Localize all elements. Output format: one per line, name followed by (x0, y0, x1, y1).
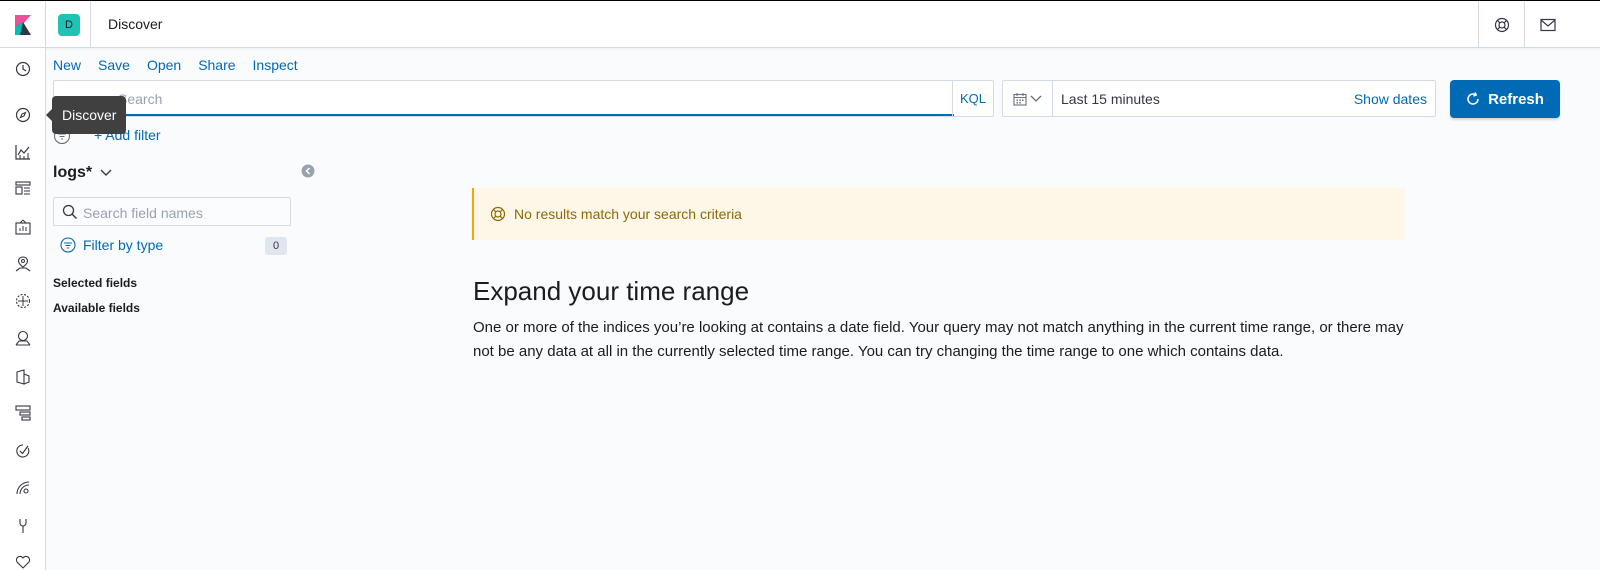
nav-maps[interactable] (0, 246, 46, 282)
field-search-input[interactable]: Search field names (53, 197, 291, 226)
nav-siem[interactable] (0, 320, 46, 356)
no-results-callout: No results match your search criteria (472, 188, 1405, 240)
nav-tooltip: Discover (45, 96, 127, 134)
show-dates-link[interactable]: Show dates (1354, 91, 1427, 107)
selected-fields-title: Selected fields (53, 276, 138, 290)
kibana-logo[interactable] (0, 1, 46, 48)
index-pattern-label: logs* (53, 164, 93, 181)
help-button[interactable] (1478, 1, 1524, 48)
filter-by-type-label: Filter by type (83, 237, 164, 253)
monitoring-icon (15, 555, 31, 569)
filter-by-type-button[interactable]: Filter by type (60, 237, 163, 253)
infra-icon (15, 405, 31, 421)
top-menu: New Save Open Share Inspect (53, 57, 298, 73)
top-header: D Discover (0, 0, 1600, 48)
nav-infra[interactable] (0, 395, 46, 431)
empty-state-body: One or more of the indices you’re lookin… (473, 319, 1404, 360)
devtools-icon (19, 519, 27, 533)
collapse-sidebar-icon[interactable] (301, 164, 315, 178)
nav-visualize[interactable] (0, 134, 46, 170)
time-range-label[interactable]: Last 15 minutes (1061, 91, 1160, 107)
space-avatar[interactable]: D (58, 14, 80, 36)
siem-icon (15, 330, 31, 346)
menu-share[interactable]: Share (198, 57, 235, 73)
ml-icon (15, 293, 31, 309)
nav-monitoring[interactable] (0, 544, 46, 570)
nav-uptime[interactable] (0, 433, 46, 469)
chevron-down-icon (100, 169, 112, 176)
calendar-icon (1013, 92, 1027, 106)
mail-icon (1539, 18, 1556, 31)
refresh-icon (1467, 92, 1479, 105)
menu-inspect[interactable]: Inspect (253, 57, 298, 73)
filter-count-badge: 0 (265, 237, 287, 255)
uptime-icon (16, 444, 30, 458)
nav-logs[interactable] (0, 359, 46, 395)
menu-open[interactable]: Open (147, 57, 181, 73)
empty-state-title: Expand your time range (473, 276, 750, 306)
callout-text: No results match your search criteria (514, 206, 742, 222)
available-fields-title: Available fields (53, 301, 140, 315)
query-language-button[interactable]: KQL (952, 81, 993, 116)
discover-icon (15, 107, 31, 123)
filter-icon (60, 237, 76, 253)
logs-icon (16, 369, 30, 385)
nav-apm[interactable] (0, 470, 46, 506)
help-icon (1494, 17, 1509, 32)
refresh-label: Refresh (1488, 90, 1544, 108)
refresh-button[interactable]: Refresh (1450, 80, 1560, 118)
menu-save[interactable]: Save (98, 57, 130, 73)
index-pattern-selector[interactable]: logs* (53, 164, 112, 182)
menu-new[interactable]: New (53, 57, 81, 73)
kibana-logo-icon (14, 14, 31, 35)
nav-discover[interactable] (0, 97, 46, 133)
nav-ml[interactable] (0, 283, 46, 319)
quick-select-button[interactable] (1003, 81, 1053, 116)
dashboard-icon (15, 181, 31, 195)
search-input[interactable]: Search (104, 81, 954, 116)
canvas-icon (15, 219, 31, 235)
left-nav (0, 48, 46, 570)
date-picker: Last 15 minutes Show dates (1002, 80, 1436, 117)
search-icon (62, 204, 77, 219)
field-search-placeholder: Search field names (83, 205, 203, 221)
nav-devtools[interactable] (0, 508, 46, 544)
newsfeed-button[interactable] (1524, 1, 1570, 48)
help-icon (490, 206, 506, 222)
header-divider (90, 1, 91, 48)
nav-recent[interactable] (0, 51, 46, 87)
nav-canvas[interactable] (0, 209, 46, 245)
query-bar: Search KQL (53, 80, 994, 117)
nav-dashboard[interactable] (0, 170, 46, 206)
apm-icon (16, 481, 30, 495)
recent-icon (15, 61, 31, 77)
maps-icon (15, 256, 31, 272)
visualize-icon (15, 145, 30, 160)
breadcrumb: Discover (108, 16, 163, 32)
chevron-down-icon (1030, 95, 1042, 102)
